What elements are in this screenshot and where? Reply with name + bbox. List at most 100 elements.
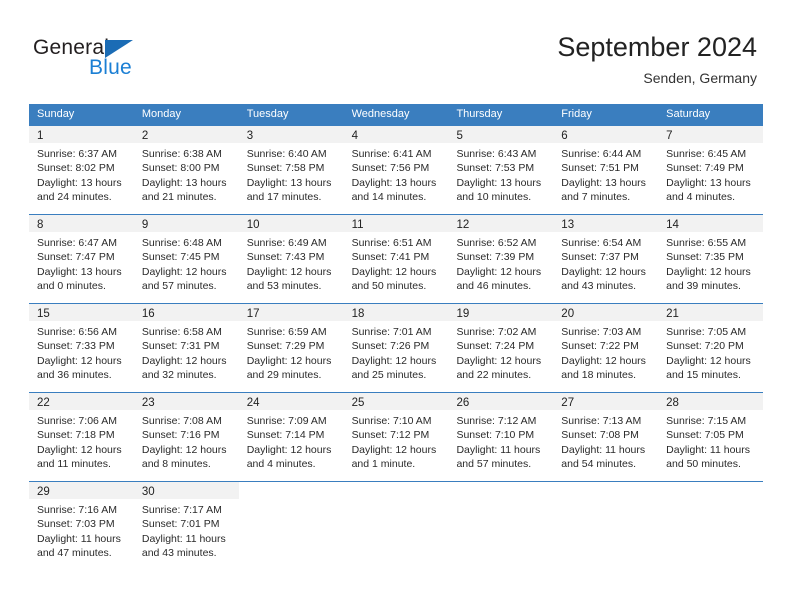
day-number: 19	[456, 308, 470, 320]
week-row: 1 Sunrise: 6:37 AM Sunset: 8:02 PM Dayli…	[29, 125, 764, 214]
sunrise-text: Sunrise: 6:59 AM	[246, 326, 327, 338]
day-cell[interactable]: 28 Sunrise: 7:15 AM Sunset: 7:05 PM Dayl…	[658, 393, 764, 481]
sunset-text: Sunset: 7:51 PM	[561, 162, 639, 175]
day-cell[interactable]: 30 Sunrise: 7:17 AM Sunset: 7:01 PM Dayl…	[133, 482, 239, 567]
daylight-line-1: Daylight: 13 hours	[666, 176, 751, 189]
day-cell[interactable]: 3 Sunrise: 6:40 AM Sunset: 7:58 PM Dayli…	[238, 126, 344, 214]
sunrise-text: Sunrise: 6:49 AM	[246, 237, 327, 249]
day-number: 26	[456, 397, 470, 409]
day-cell[interactable]: 27 Sunrise: 7:13 AM Sunset: 7:08 PM Dayl…	[553, 393, 659, 481]
day-number-band: 10	[238, 215, 344, 232]
day-number-band: 6	[553, 126, 659, 143]
sunset-text: Sunset: 7:31 PM	[141, 340, 220, 353]
daylight-line-2: and 36 minutes.	[37, 369, 112, 382]
day-cell[interactable]: 21 Sunrise: 7:05 AM Sunset: 7:20 PM Dayl…	[658, 304, 764, 392]
day-cell[interactable]: 12 Sunrise: 6:52 AM Sunset: 7:39 PM Dayl…	[448, 215, 554, 303]
day-cell[interactable]: 10 Sunrise: 6:49 AM Sunset: 7:43 PM Dayl…	[238, 215, 344, 303]
day-cell[interactable]: 1 Sunrise: 6:37 AM Sunset: 8:02 PM Dayli…	[29, 126, 134, 214]
day-number: 14	[666, 219, 679, 231]
day-cell[interactable]: 22 Sunrise: 7:06 AM Sunset: 7:18 PM Dayl…	[29, 393, 134, 481]
sunset-text: Sunset: 7:43 PM	[246, 251, 325, 264]
day-number-band: 2	[133, 126, 239, 143]
day-details: Sunrise: 7:09 AM Sunset: 7:14 PM Dayligh…	[239, 410, 344, 472]
day-cell[interactable]: 6 Sunrise: 6:44 AM Sunset: 7:51 PM Dayli…	[553, 126, 659, 214]
day-details: Sunrise: 7:17 AM Sunset: 7:01 PM Dayligh…	[134, 499, 239, 561]
day-number-band: 7	[658, 126, 764, 143]
day-number-band: 24	[238, 393, 344, 410]
day-cell[interactable]: 9 Sunrise: 6:48 AM Sunset: 7:45 PM Dayli…	[133, 215, 239, 303]
day-details: Sunrise: 7:03 AM Sunset: 7:22 PM Dayligh…	[553, 321, 658, 383]
day-cell[interactable]: 7 Sunrise: 6:45 AM Sunset: 7:49 PM Dayli…	[658, 126, 764, 214]
sunset-text: Sunset: 7:47 PM	[37, 251, 115, 264]
sunset-text: Sunset: 7:26 PM	[351, 340, 430, 353]
sunset-text: Sunset: 7:18 PM	[37, 429, 115, 442]
daylight-line-2: and 43 minutes.	[141, 547, 217, 560]
day-cell[interactable]: 8 Sunrise: 6:47 AM Sunset: 7:47 PM Dayli…	[29, 215, 134, 303]
day-cell[interactable]: 23 Sunrise: 7:08 AM Sunset: 7:16 PM Dayl…	[133, 393, 239, 481]
day-cell[interactable]: 24 Sunrise: 7:09 AM Sunset: 7:14 PM Dayl…	[238, 393, 344, 481]
daylight-line-1: Daylight: 12 hours	[456, 354, 542, 367]
daylight-line-2: and 57 minutes.	[456, 458, 532, 471]
general-blue-logo[interactable]: General Blue	[33, 36, 233, 88]
daylight-text: Daylight: 12 hours and 25 minutes.	[352, 354, 443, 383]
daylight-line-1: Daylight: 11 hours	[561, 443, 646, 456]
day-number: 28	[666, 397, 679, 409]
day-cell[interactable]: 26 Sunrise: 7:12 AM Sunset: 7:10 PM Dayl…	[448, 393, 554, 481]
day-number-band: 4	[343, 126, 449, 143]
daylight-text: Daylight: 12 hours and 39 minutes.	[666, 265, 757, 294]
day-cell[interactable]: 5 Sunrise: 6:43 AM Sunset: 7:53 PM Dayli…	[448, 126, 554, 214]
day-number-band: 3	[238, 126, 344, 143]
daylight-line-2: and 8 minutes.	[141, 458, 211, 471]
day-cell[interactable]: 16 Sunrise: 6:58 AM Sunset: 7:31 PM Dayl…	[133, 304, 239, 392]
day-cell[interactable]: 19 Sunrise: 7:02 AM Sunset: 7:24 PM Dayl…	[448, 304, 554, 392]
sunrise-text: Sunrise: 7:12 AM	[456, 415, 537, 427]
day-details: Sunrise: 6:56 AM Sunset: 7:33 PM Dayligh…	[29, 321, 134, 383]
day-number-band: 11	[343, 215, 449, 232]
day-number: 11	[351, 219, 364, 231]
day-number: 29	[37, 486, 50, 498]
daylight-text: Daylight: 11 hours and 57 minutes.	[456, 443, 547, 472]
sunrise-text: Sunrise: 6:52 AM	[456, 237, 537, 249]
sunrise-text: Sunrise: 6:56 AM	[37, 326, 117, 338]
daylight-line-2: and 1 minute.	[351, 458, 416, 471]
day-cell[interactable]: 25 Sunrise: 7:10 AM Sunset: 7:12 PM Dayl…	[343, 393, 449, 481]
daylight-text: Daylight: 11 hours and 43 minutes.	[142, 532, 233, 561]
day-details: Sunrise: 6:47 AM Sunset: 7:47 PM Dayligh…	[29, 232, 134, 294]
day-cell[interactable]: 11 Sunrise: 6:51 AM Sunset: 7:41 PM Dayl…	[343, 215, 449, 303]
day-cell[interactable]: 29 Sunrise: 7:16 AM Sunset: 7:03 PM Dayl…	[29, 482, 134, 567]
weekday-header-tuesday: Tuesday	[246, 108, 289, 120]
day-number-band: 21	[658, 304, 764, 321]
day-cell[interactable]: 13 Sunrise: 6:54 AM Sunset: 7:37 PM Dayl…	[553, 215, 659, 303]
daylight-line-1: Daylight: 11 hours	[37, 532, 121, 545]
daylight-line-1: Daylight: 12 hours	[351, 354, 437, 367]
day-cell[interactable]: 14 Sunrise: 6:55 AM Sunset: 7:35 PM Dayl…	[658, 215, 764, 303]
daylight-text: Daylight: 13 hours and 0 minutes.	[37, 265, 128, 294]
sunset-text: Sunset: 7:41 PM	[351, 251, 430, 264]
daylight-text: Daylight: 13 hours and 4 minutes.	[666, 176, 757, 205]
day-details: Sunrise: 7:12 AM Sunset: 7:10 PM Dayligh…	[448, 410, 553, 472]
day-details: Sunrise: 7:13 AM Sunset: 7:08 PM Dayligh…	[553, 410, 658, 472]
day-cell[interactable]: 2 Sunrise: 6:38 AM Sunset: 8:00 PM Dayli…	[133, 126, 239, 214]
sunrise-text: Sunrise: 7:10 AM	[351, 415, 432, 427]
day-cell[interactable]: 18 Sunrise: 7:01 AM Sunset: 7:26 PM Dayl…	[343, 304, 449, 392]
sunrise-text: Sunrise: 6:43 AM	[456, 148, 537, 160]
day-cell[interactable]: 15 Sunrise: 6:56 AM Sunset: 7:33 PM Dayl…	[29, 304, 134, 392]
day-cell-empty	[658, 482, 763, 567]
daylight-line-1: Daylight: 12 hours	[37, 354, 122, 367]
daylight-line-1: Daylight: 12 hours	[666, 354, 751, 367]
day-cell[interactable]: 17 Sunrise: 6:59 AM Sunset: 7:29 PM Dayl…	[238, 304, 344, 392]
sunrise-text: Sunrise: 6:55 AM	[666, 237, 747, 249]
week-row: 22 Sunrise: 7:06 AM Sunset: 7:18 PM Dayl…	[29, 392, 764, 481]
daylight-line-2: and 50 minutes.	[351, 280, 427, 293]
day-number-band: 12	[448, 215, 554, 232]
day-cell[interactable]: 20 Sunrise: 7:03 AM Sunset: 7:22 PM Dayl…	[553, 304, 659, 392]
day-cell-empty	[239, 482, 344, 567]
sunrise-text: Sunrise: 7:15 AM	[666, 415, 747, 427]
day-details: Sunrise: 6:49 AM Sunset: 7:43 PM Dayligh…	[239, 232, 344, 294]
page-header: General Blue September 2024 Senden, Germ…	[0, 0, 792, 100]
daylight-line-1: Daylight: 12 hours	[246, 354, 332, 367]
sunrise-text: Sunrise: 6:38 AM	[141, 148, 222, 160]
title-block: September 2024 Senden, Germany	[557, 30, 757, 88]
day-cell[interactable]: 4 Sunrise: 6:41 AM Sunset: 7:56 PM Dayli…	[343, 126, 449, 214]
day-number: 10	[246, 219, 260, 231]
